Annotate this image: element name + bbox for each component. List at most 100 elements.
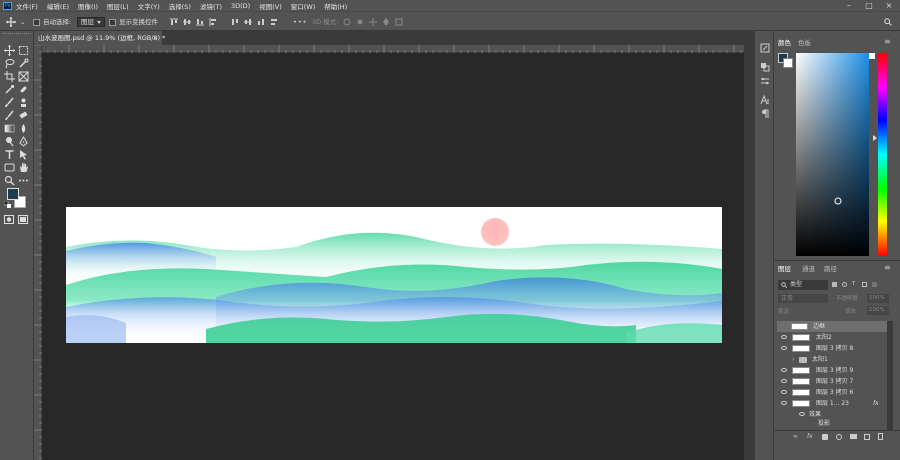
layer-effects-icon[interactable]: fx xyxy=(873,398,879,409)
horizontal-ruler[interactable] xyxy=(34,45,744,53)
3d-scale-icon[interactable] xyxy=(395,18,403,26)
eye-icon[interactable] xyxy=(781,379,787,383)
eyedropper-tool-icon[interactable] xyxy=(4,84,15,95)
menu-type[interactable]: 文字(Y) xyxy=(138,1,160,11)
layer-effect-item-row[interactable]: 投影 xyxy=(777,418,887,429)
menu-layer[interactable]: 图层(L) xyxy=(107,1,129,11)
eye-icon[interactable] xyxy=(781,390,787,394)
move-tool-icon[interactable] xyxy=(4,45,15,56)
brush-tool-icon[interactable] xyxy=(4,97,15,108)
layer-row[interactable]: 图层 1... 23 fx xyxy=(777,398,887,409)
healing-brush-tool-icon[interactable] xyxy=(18,84,29,95)
tab-swatches[interactable]: 色板 xyxy=(798,37,811,49)
eye-icon[interactable] xyxy=(781,401,787,405)
history-panel-icon[interactable] xyxy=(760,43,770,53)
link-layers-icon[interactable]: ∞ xyxy=(793,433,798,440)
type-tool-icon[interactable] xyxy=(4,149,15,160)
layer-row[interactable]: 图层 3 拷贝 6 xyxy=(777,387,887,398)
fill-input[interactable]: 100% xyxy=(867,306,889,315)
eye-icon[interactable] xyxy=(799,412,805,416)
add-mask-icon[interactable] xyxy=(822,434,828,440)
history-brush-tool-icon[interactable] xyxy=(4,110,15,121)
filter-pixel-icon[interactable] xyxy=(832,282,837,287)
more-options-button[interactable]: ••• xyxy=(293,17,308,27)
eraser-tool-icon[interactable] xyxy=(18,110,29,121)
adjustments-panel-icon[interactable] xyxy=(760,76,770,86)
menu-edit[interactable]: 编辑(E) xyxy=(47,1,69,11)
auto-select-toggle[interactable]: 自动选择: xyxy=(33,17,71,27)
crop-tool-icon[interactable] xyxy=(4,71,15,82)
distribute-left-icon[interactable] xyxy=(270,18,278,26)
search-icon[interactable] xyxy=(884,18,892,26)
layer-row[interactable]: 边框 xyxy=(777,321,887,332)
filter-shape-icon[interactable] xyxy=(862,282,867,287)
tab-paths[interactable]: 路径 xyxy=(824,263,837,275)
layer-group-row[interactable]: › 太阳1 xyxy=(777,354,887,365)
toolbar-grip[interactable] xyxy=(3,33,31,36)
show-transform-checkbox[interactable] xyxy=(109,18,116,26)
panel-menu-icon[interactable]: ≡ xyxy=(884,36,891,48)
3d-pan-icon[interactable] xyxy=(369,18,377,26)
layer-row[interactable]: 太阳2 xyxy=(777,332,887,343)
eye-icon[interactable] xyxy=(781,368,787,372)
opacity-input[interactable]: 100% xyxy=(867,294,889,303)
menu-help[interactable]: 帮助(H) xyxy=(324,1,347,11)
menu-file[interactable]: 文件(F) xyxy=(16,1,38,11)
group-expand-chevron-icon[interactable]: › xyxy=(792,354,794,365)
screen-mode-icon[interactable] xyxy=(18,215,28,224)
layer-row[interactable]: 图层 3 拷贝 8 xyxy=(777,343,887,354)
gradient-tool-icon[interactable] xyxy=(4,123,15,134)
eye-icon[interactable] xyxy=(781,335,787,339)
paragraph-panel-icon[interactable] xyxy=(760,109,770,119)
layer-kind-filter[interactable]: 类型 xyxy=(778,280,828,290)
vertical-ruler[interactable] xyxy=(34,45,42,460)
adjustment-layer-icon[interactable] xyxy=(836,434,842,440)
filter-type-icon[interactable]: T xyxy=(852,282,857,287)
distribute-top-icon[interactable] xyxy=(231,18,239,26)
default-colors-icon[interactable] xyxy=(4,201,11,208)
rectangle-tool-icon[interactable] xyxy=(4,162,15,173)
auto-select-checkbox[interactable] xyxy=(33,18,40,26)
filter-smart-object-icon[interactable] xyxy=(872,282,877,287)
libraries-panel-icon[interactable] xyxy=(760,62,770,72)
align-left-icon[interactable] xyxy=(209,18,217,26)
hue-slider-marker[interactable] xyxy=(869,53,875,59)
menu-3d[interactable]: 3D(D) xyxy=(231,2,250,10)
quick-selection-tool-icon[interactable] xyxy=(18,58,29,69)
layer-row[interactable]: 图层 3 拷贝 7 xyxy=(777,376,887,387)
delete-layer-icon[interactable] xyxy=(878,433,883,440)
align-vcenter-icon[interactable] xyxy=(183,18,191,26)
auto-select-dropdown[interactable]: 图层 xyxy=(77,17,105,27)
menu-select[interactable]: 选择(S) xyxy=(169,1,191,11)
eye-icon[interactable] xyxy=(781,346,787,350)
hand-tool-icon[interactable] xyxy=(18,162,29,173)
frame-tool-icon[interactable] xyxy=(18,71,29,82)
3d-roll-icon[interactable] xyxy=(356,18,364,26)
landscape-artwork[interactable] xyxy=(66,207,722,343)
minimize-icon[interactable]: – xyxy=(840,0,858,11)
tab-color[interactable]: 颜色 xyxy=(778,37,791,49)
menu-filter[interactable]: 滤镜(T) xyxy=(200,1,222,11)
new-layer-icon[interactable] xyxy=(864,434,870,440)
filter-adjustment-icon[interactable] xyxy=(842,282,847,287)
align-bottom-icon[interactable] xyxy=(196,18,204,26)
close-tab-icon[interactable]: × xyxy=(153,31,158,45)
foreground-color-swatch[interactable] xyxy=(7,188,19,200)
new-group-icon[interactable] xyxy=(850,434,857,439)
menu-image[interactable]: 图像(I) xyxy=(78,1,98,11)
maximize-icon[interactable]: □ xyxy=(860,0,878,11)
lasso-tool-icon[interactable] xyxy=(4,58,15,69)
color-panel-background-swatch[interactable] xyxy=(783,58,793,68)
path-selection-tool-icon[interactable] xyxy=(18,149,29,160)
dodge-tool-icon[interactable] xyxy=(4,136,15,147)
3d-slide-icon[interactable] xyxy=(382,18,390,26)
hue-slider[interactable] xyxy=(878,53,887,256)
quick-mask-icon[interactable] xyxy=(4,215,14,224)
move-tool-icon[interactable] xyxy=(6,17,16,27)
close-window-icon[interactable]: × xyxy=(880,0,898,11)
edit-toolbar-icon[interactable] xyxy=(18,175,29,186)
tab-layers[interactable]: 图层 xyxy=(778,263,791,275)
marquee-tool-icon[interactable] xyxy=(18,45,29,56)
layers-scrollbar[interactable] xyxy=(887,321,893,441)
layer-row[interactable]: 图层 3 拷贝 9 xyxy=(777,365,887,376)
